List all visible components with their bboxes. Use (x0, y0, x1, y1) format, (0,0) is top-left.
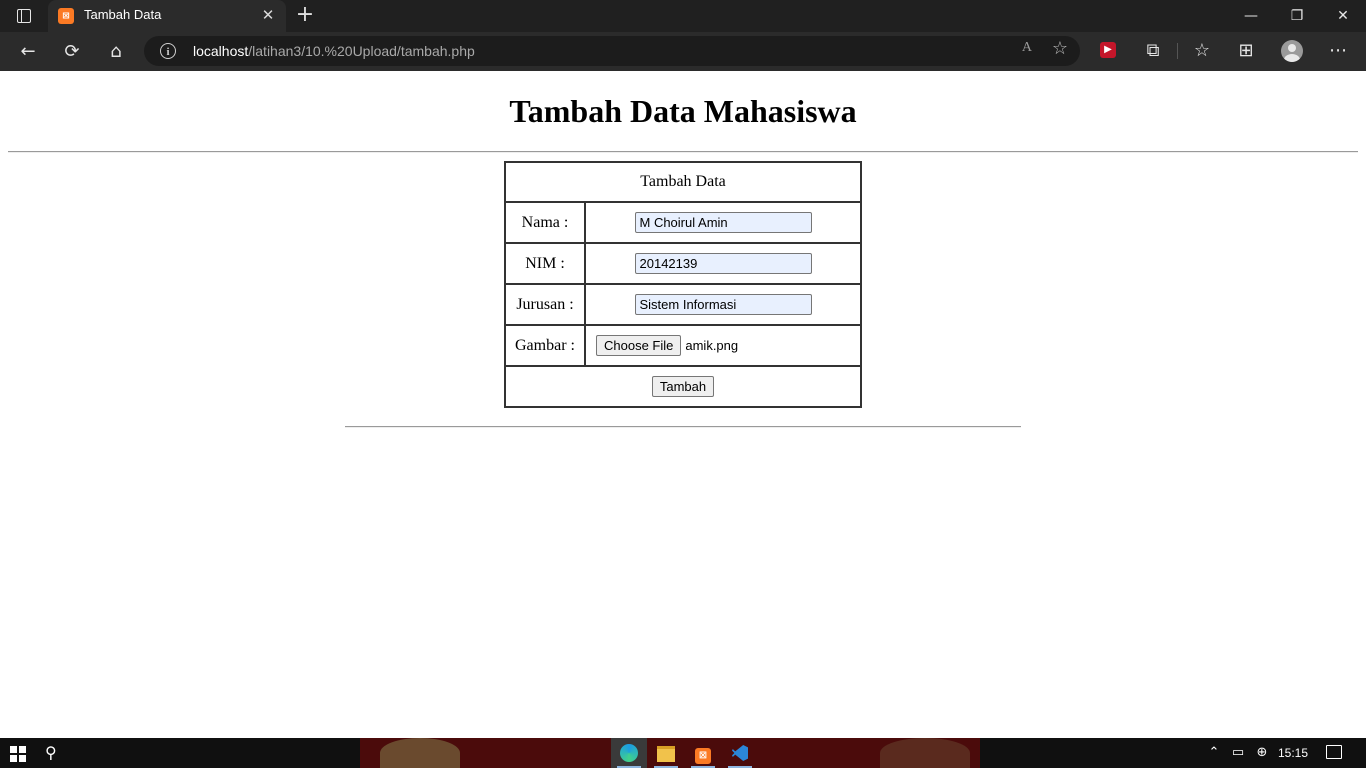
major-label: Jurusan : (504, 283, 586, 326)
page-content: Tambah Data Mahasiswa Tambah Data Nama :… (0, 71, 1366, 738)
minimize-button[interactable]: — (1228, 0, 1274, 32)
tray-chevron-icon[interactable]: ⌃ (1204, 738, 1224, 768)
nim-input[interactable]: 20142139 (634, 253, 812, 274)
vscode-icon (732, 745, 748, 761)
more-options-icon[interactable]: ⋯ (1325, 38, 1351, 64)
edge-icon (620, 744, 638, 762)
close-window-button[interactable]: ✕ (1320, 0, 1366, 32)
selected-file-name: amik.png (685, 338, 739, 353)
image-label: Gambar : (504, 324, 586, 367)
read-aloud-icon[interactable]: A (1022, 40, 1032, 56)
name-input[interactable]: M Choirul Amin (634, 212, 812, 233)
taskbar-clock[interactable]: 15:15 (1278, 738, 1308, 768)
taskbar-edge[interactable] (611, 738, 647, 768)
address-url[interactable]: localhost/latihan3/10.%20Upload/tambah.p… (193, 43, 475, 59)
toolbar-divider (1177, 43, 1178, 59)
submit-button[interactable]: Tambah (651, 376, 715, 397)
add-favorite-icon[interactable]: ☆ (1052, 38, 1068, 59)
home-icon[interactable]: ⌂ (103, 39, 129, 65)
notification-icon[interactable] (1326, 745, 1342, 759)
windows-taskbar: ⚲ ⊠ ⌃ ▭ ⊕ 15:15 (0, 738, 1366, 768)
taskbar-file-explorer[interactable] (648, 738, 684, 768)
url-host: localhost (193, 43, 249, 59)
name-label: Nama : (504, 201, 586, 244)
top-divider (8, 151, 1358, 153)
xampp-favicon-icon: ⊠ (58, 8, 74, 24)
tab-strip: ⊠ Tambah Data ✕ + — ❐ ✕ (0, 0, 1366, 32)
wallpaper-shape (380, 738, 460, 768)
tab-close-icon[interactable]: ✕ (258, 5, 278, 25)
profile-avatar[interactable] (1281, 40, 1303, 62)
nim-label: NIM : (504, 242, 586, 285)
tab-actions-icon[interactable] (10, 6, 38, 26)
back-icon[interactable]: ← (15, 39, 41, 65)
restore-button[interactable]: ❐ (1274, 0, 1320, 32)
folder-icon (657, 746, 675, 762)
wallpaper-shape (880, 738, 970, 768)
taskbar-vscode[interactable] (722, 738, 758, 768)
browser-tab-active[interactable]: ⊠ Tambah Data ✕ (48, 0, 286, 32)
battery-icon[interactable]: ▭ (1228, 738, 1248, 768)
windows-start-icon[interactable] (10, 746, 26, 762)
network-icon[interactable]: ⊕ (1252, 738, 1272, 768)
page-title: Tambah Data Mahasiswa (509, 93, 857, 129)
taskbar-xampp[interactable]: ⊠ (685, 738, 721, 768)
bottom-divider (345, 426, 1021, 428)
address-bar[interactable]: i localhost/latihan3/10.%20Upload/tambah… (144, 36, 1080, 66)
extension-red-icon[interactable]: ▶ (1100, 42, 1116, 58)
url-path: /latihan3/10.%20Upload/tambah.php (248, 43, 475, 59)
collections-icon[interactable]: ⊞ (1233, 38, 1259, 64)
extensions-icon[interactable]: ⧉ (1140, 38, 1166, 64)
choose-file-button[interactable]: Choose File (596, 335, 682, 356)
form-caption: Tambah Data (504, 161, 862, 203)
refresh-icon[interactable]: ⟳ (59, 39, 85, 65)
site-info-icon[interactable]: i (160, 43, 176, 59)
xampp-icon: ⊠ (695, 748, 711, 764)
new-tab-button[interactable]: + (294, 4, 316, 27)
tab-title: Tambah Data (84, 7, 162, 22)
favorites-icon[interactable]: ☆ (1189, 38, 1215, 64)
image-file-input: Choose File amik.png (586, 335, 860, 356)
add-student-form: Tambah Data Nama : M Choirul Amin NIM : … (504, 161, 862, 408)
major-input[interactable]: Sistem Informasi (634, 294, 812, 315)
search-icon[interactable]: ⚲ (45, 743, 65, 763)
